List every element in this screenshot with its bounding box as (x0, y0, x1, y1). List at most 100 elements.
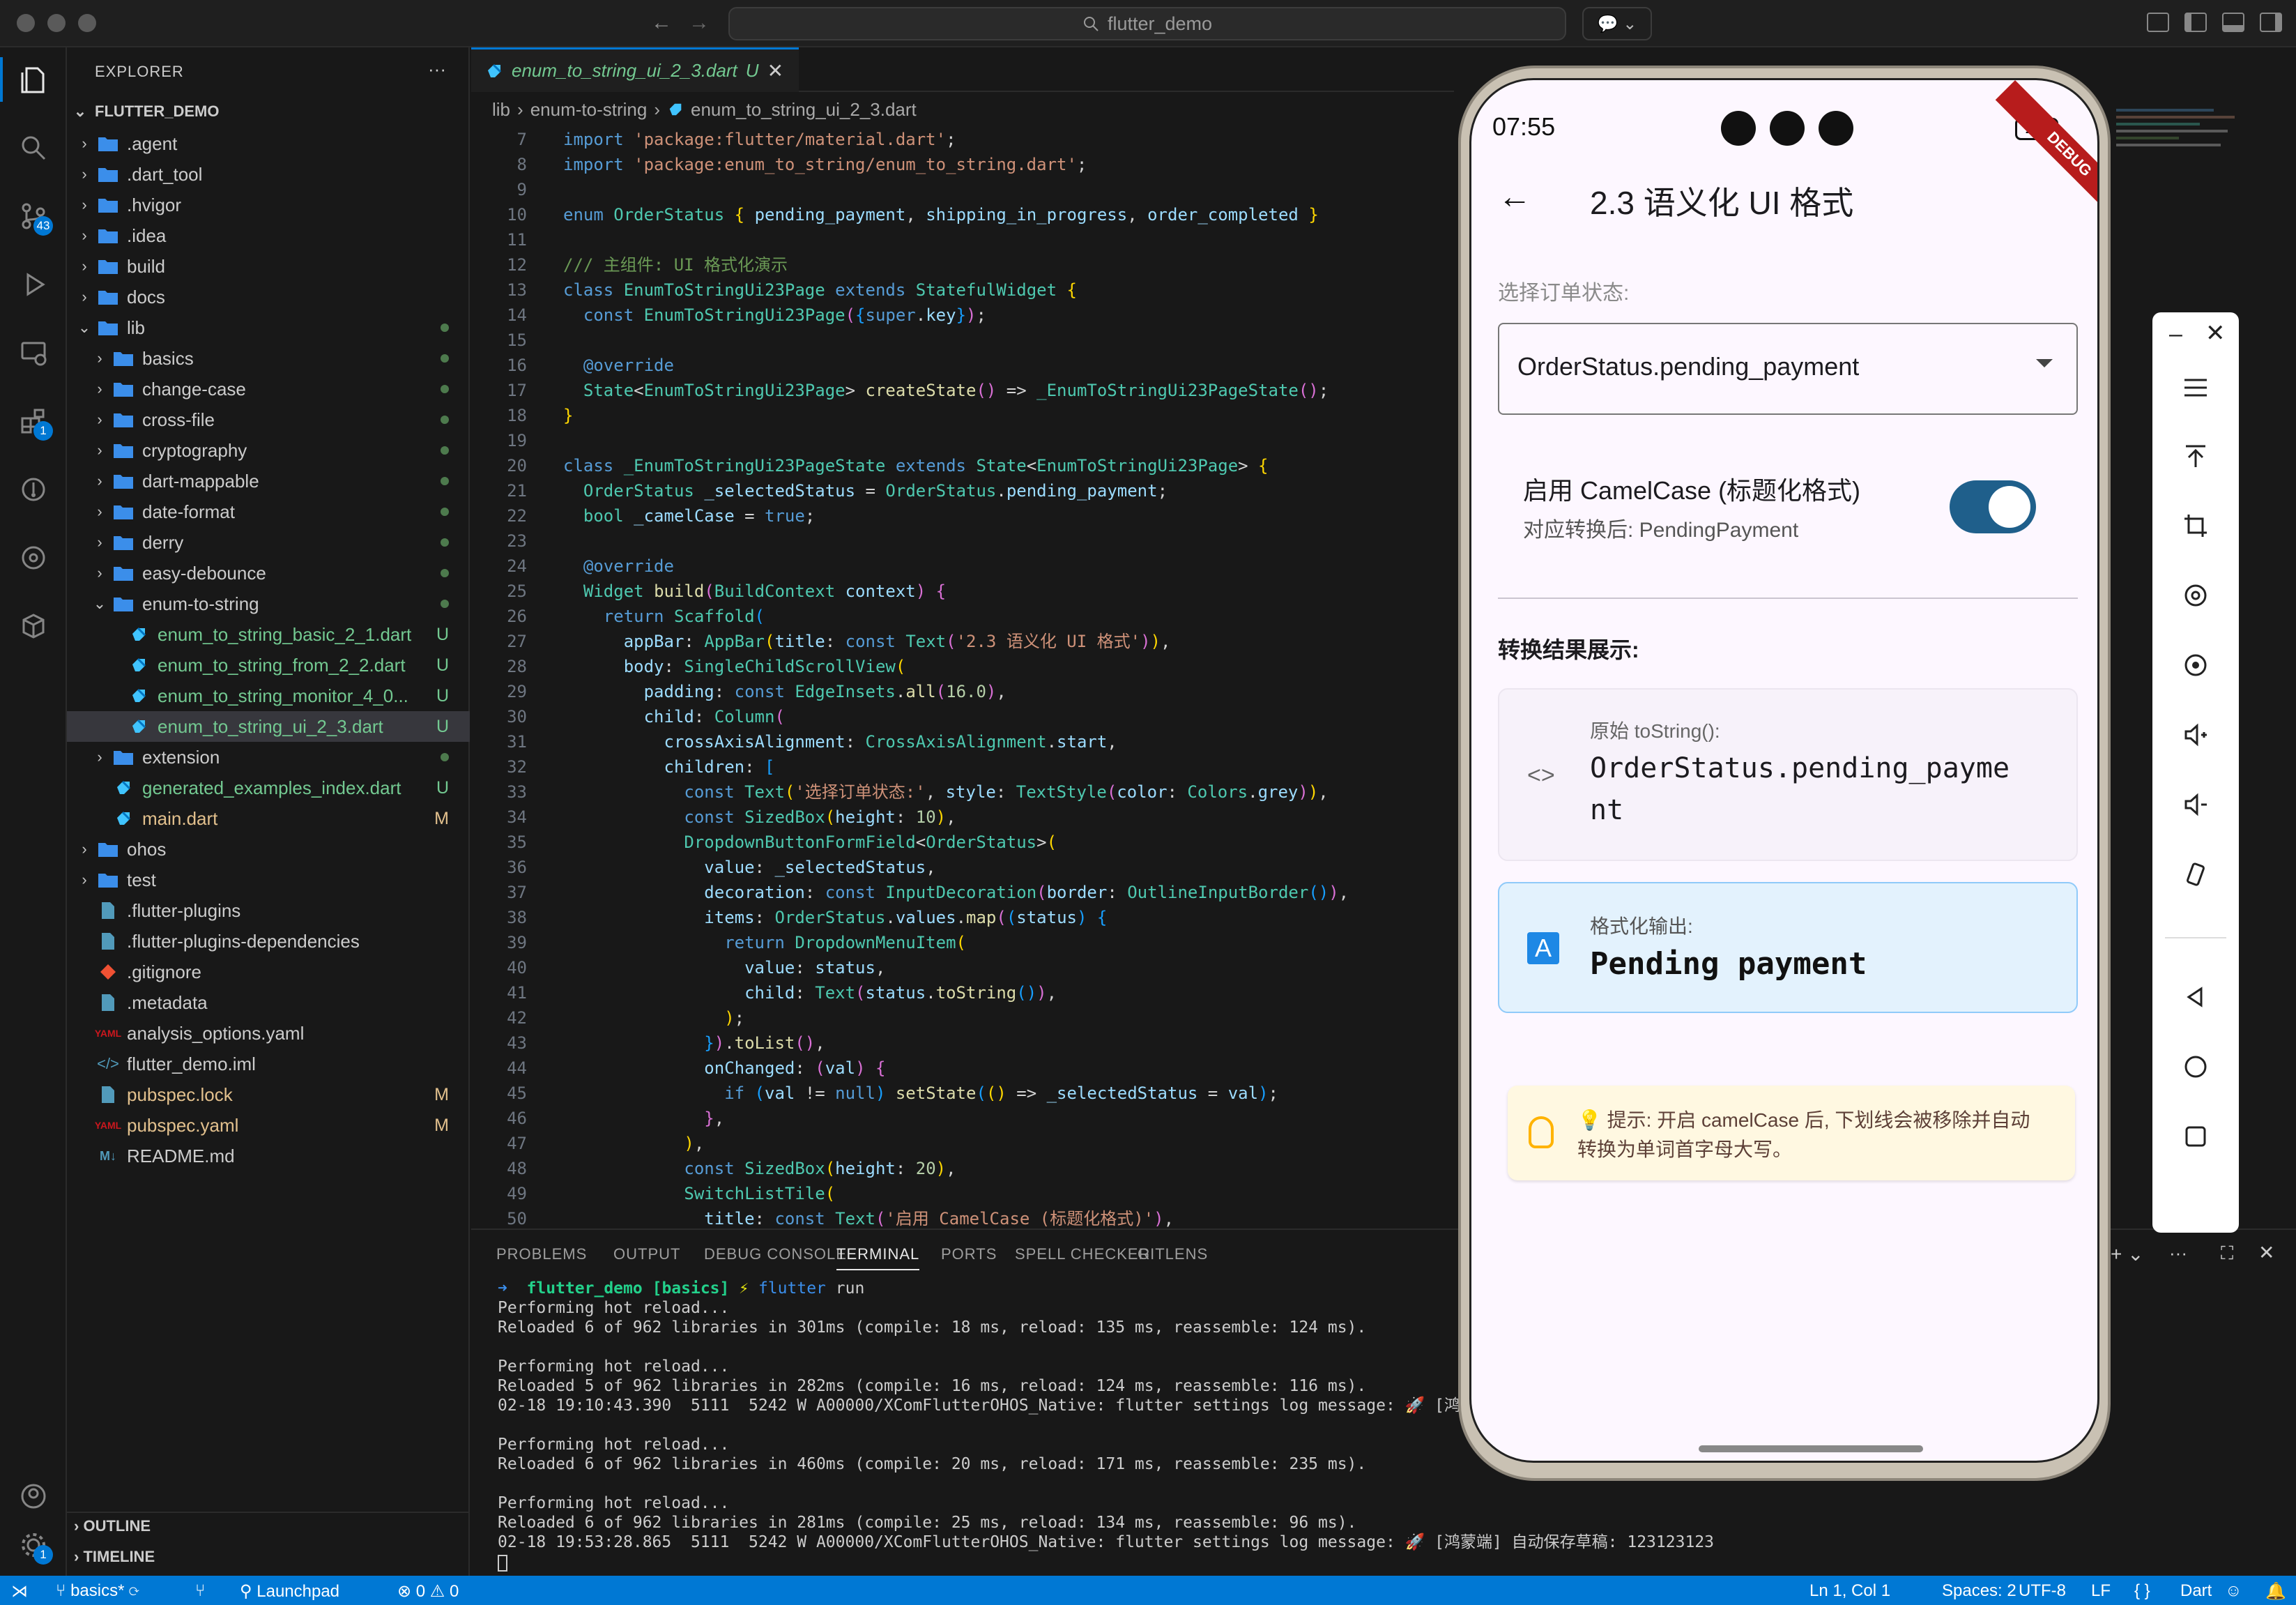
folder-item[interactable]: › .agent (67, 128, 470, 159)
folder-item[interactable]: › date-format (67, 496, 470, 527)
home-nav-icon[interactable] (2175, 1046, 2217, 1088)
menu-icon[interactable] (2175, 367, 2217, 409)
remote-explorer-icon[interactable] (11, 330, 56, 375)
outline-section[interactable]: › OUTLINE (74, 1517, 151, 1535)
tab-output[interactable]: OUTPUT (613, 1245, 680, 1263)
tab-enum-to-string-ui[interactable]: enum_to_string_ui_2_3.dart U ✕ (471, 47, 799, 92)
minimap[interactable] (2116, 105, 2256, 286)
back-arrow-icon[interactable]: ← (1498, 178, 1531, 216)
back-arrow-icon[interactable]: ← (651, 11, 672, 35)
shake-device-icon[interactable] (2175, 853, 2217, 895)
copilot-chat-button[interactable]: 💬 ⌄ (1582, 7, 1652, 40)
toggle-primary-sidebar-icon[interactable] (2184, 13, 2207, 32)
search-icon[interactable] (11, 125, 56, 170)
command-center-search[interactable]: flutter_demo (728, 7, 1566, 40)
close-icon[interactable]: ✕ (2205, 319, 2226, 347)
status-dropdown[interactable]: OrderStatus.pending_payment (1498, 323, 2078, 415)
folder-item[interactable]: › ohos (67, 834, 470, 865)
indentation-status[interactable]: Spaces: 2 (1942, 1581, 2016, 1601)
sync-icon[interactable]: ⑂ (195, 1581, 205, 1601)
file-item[interactable]: enum_to_string_from_2_2.dart U (67, 650, 470, 680)
crumb-file[interactable]: enum_to_string_ui_2_3.dart (691, 99, 917, 121)
back-nav-icon[interactable] (2175, 976, 2217, 1018)
folder-item[interactable]: › dart-mappable (67, 466, 470, 496)
folder-item[interactable]: › cryptography (67, 435, 470, 466)
file-item[interactable]: .metadata (67, 987, 470, 1018)
folder-item[interactable]: › .idea (67, 220, 470, 251)
source-control-icon[interactable]: 43 (11, 194, 56, 238)
customize-layout-icon[interactable] (2147, 13, 2169, 32)
tab-problems[interactable]: PROBLEMS (496, 1245, 587, 1263)
encoding-status[interactable]: UTF-8 (2019, 1581, 2066, 1601)
tab-terminal[interactable]: TERMINAL (836, 1245, 920, 1270)
file-item[interactable]: pubspec.lock M (67, 1079, 470, 1110)
folder-item[interactable]: › change-case (67, 374, 470, 404)
folder-item[interactable]: › derry (67, 527, 470, 558)
package-box-icon[interactable] (11, 604, 56, 648)
language-braces-icon[interactable]: { } (2134, 1581, 2150, 1601)
file-item[interactable]: M↓ README.md (67, 1141, 470, 1171)
zoom-window-button[interactable] (78, 14, 96, 32)
toggle-secondary-sidebar-icon[interactable] (2260, 13, 2282, 32)
tab-spell-checker[interactable]: SPELL CHECKER (1015, 1245, 1150, 1263)
cursor-position[interactable]: Ln 1, Col 1 (1809, 1581, 1890, 1601)
run-debug-icon[interactable] (11, 262, 56, 307)
tab-gitlens[interactable]: GITLENS (1138, 1245, 1208, 1263)
problems-status[interactable]: ⊗ 0 ⚠ 0 (397, 1581, 459, 1602)
file-item[interactable]: enum_to_string_basic_2_1.dart U (67, 619, 470, 650)
copilot-icon[interactable]: ☺ (2225, 1581, 2242, 1601)
file-item[interactable]: </> flutter_demo.iml (67, 1049, 470, 1079)
crumb-lib[interactable]: lib (492, 99, 510, 121)
file-item[interactable]: enum_to_string_ui_2_3.dart U (67, 711, 470, 742)
workspace-root[interactable]: ⌄ FLUTTER_DEMO (72, 98, 220, 125)
folder-item[interactable]: ⌄ lib (67, 312, 470, 343)
new-terminal-icon[interactable]: + ⌄ (2111, 1242, 2144, 1265)
rotate-icon[interactable] (2175, 575, 2217, 616)
volume-up-icon[interactable] (2175, 714, 2217, 756)
folder-item[interactable]: › build (67, 251, 470, 282)
camelcase-switch[interactable] (1950, 480, 2036, 533)
code-editor[interactable]: 7 import 'package:flutter/material.dart';… (471, 127, 1454, 1229)
minimize-window-button[interactable] (47, 14, 66, 32)
folder-item[interactable]: › extension (67, 742, 470, 773)
folder-item[interactable]: › test (67, 865, 470, 895)
folder-item[interactable]: › basics (67, 343, 470, 374)
file-item[interactable]: .gitignore (67, 957, 470, 987)
account-icon[interactable] (11, 1474, 56, 1519)
file-item[interactable]: .flutter-plugins-dependencies (67, 926, 470, 957)
close-tab-icon[interactable]: ✕ (767, 59, 783, 82)
folder-item[interactable]: › docs (67, 282, 470, 312)
timeline-section[interactable]: › TIMELINE (74, 1548, 155, 1566)
folder-item[interactable]: › .dart_tool (67, 159, 470, 190)
remote-indicator-icon[interactable]: ⋊ (11, 1581, 28, 1602)
tab-ports[interactable]: PORTS (941, 1245, 997, 1263)
file-item[interactable]: .flutter-plugins (67, 895, 470, 926)
crumb-folder[interactable]: enum-to-string (530, 99, 648, 121)
file-item[interactable]: YAML pubspec.yaml M (67, 1110, 470, 1141)
extensions-icon[interactable]: 1 (11, 399, 56, 443)
file-item[interactable]: enum_to_string_monitor_4_0... U (67, 680, 470, 711)
close-panel-icon[interactable]: ✕ (2258, 1241, 2274, 1264)
close-window-button[interactable] (17, 14, 35, 32)
panel-more-icon[interactable]: ··· (2169, 1242, 2187, 1264)
crop-screenshot-icon[interactable] (2175, 505, 2217, 547)
file-item[interactable]: YAML analysis_options.yaml (67, 1018, 470, 1049)
launchpad-status[interactable]: ⚲ Launchpad (240, 1581, 339, 1602)
folder-item[interactable]: ⌄ enum-to-string (67, 588, 470, 619)
minimize-icon[interactable]: – (2169, 321, 2182, 348)
explorer-icon[interactable] (11, 57, 56, 102)
branch-status[interactable]: ⑂ basics* ⟳ (56, 1581, 139, 1601)
folder-item[interactable]: › easy-debounce (67, 558, 470, 588)
language-mode[interactable]: Dart (2180, 1581, 2212, 1601)
file-item[interactable]: generated_examples_index.dart U (67, 773, 470, 803)
tab-debug-console[interactable]: DEBUG CONSOLE (704, 1245, 847, 1263)
forward-arrow-icon[interactable]: → (689, 11, 710, 35)
volume-down-icon[interactable] (2175, 784, 2217, 826)
explorer-more-button[interactable]: ··· (428, 59, 446, 80)
eol-status[interactable]: LF (2091, 1581, 2111, 1601)
folder-item[interactable]: › cross-file (67, 404, 470, 435)
maximize-panel-icon[interactable]: ⛶ (2221, 1242, 2233, 1265)
gitlens-icon[interactable] (11, 467, 56, 512)
toggle-panel-icon[interactable] (2222, 13, 2244, 32)
notifications-bell-icon[interactable]: 🔔 (2265, 1581, 2286, 1602)
